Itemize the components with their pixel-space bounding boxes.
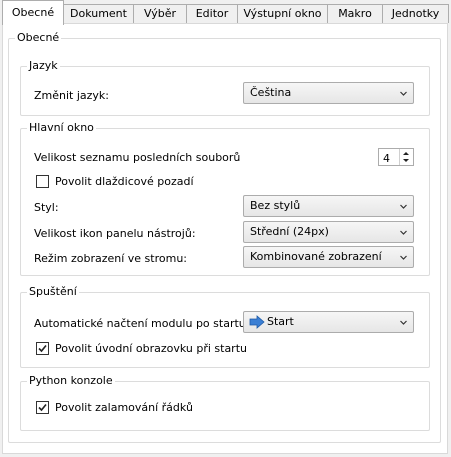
icon-size-select[interactable]: Střední (24px) [243,221,414,243]
tab-bar: Obecné Dokument Výběr Editor Výstupní ok… [0,0,451,25]
autoload-module-label: Automatické načtení modulu po startu: [34,317,250,330]
group-python-konzole-title: Python konzole [27,374,115,388]
tree-mode-select[interactable]: Kombinované zobrazení [243,246,414,268]
language-select[interactable]: Čeština [243,82,414,104]
tab-editor[interactable]: Editor [186,4,238,23]
chevron-down-icon [400,255,407,260]
autoload-module-select[interactable]: Start [243,311,414,333]
language-select-value: Čeština [250,86,292,99]
tab-dokument[interactable]: Dokument [63,4,134,23]
chevron-down-icon [400,230,407,235]
icon-size-label: Velikost ikon panelu nástrojů: [34,227,196,240]
splash-screen-checkbox[interactable] [36,342,49,355]
checkmark-icon [38,403,47,412]
chevron-down-icon [400,320,407,325]
spin-up-down-icon [403,152,409,162]
line-wrap-checkbox[interactable] [36,401,49,414]
line-wrap-label: Povolit zalamování řádků [55,401,193,414]
tiled-background-label: Povolit dlaždicové pozadí [55,175,194,188]
style-select-value: Bez stylů [250,199,301,212]
tab-makro[interactable]: Makro [327,4,383,23]
checkmark-icon [38,344,47,353]
tree-mode-label: Režim zobrazení ve stromu: [34,252,187,265]
tab-obecne[interactable]: Obecné [2,0,64,25]
tree-mode-select-value: Kombinované zobrazení [250,250,382,263]
style-select[interactable]: Bez stylů [243,195,414,217]
splash-screen-label: Povolit úvodní obrazovku při startu [55,342,247,355]
recent-files-label: Velikost seznamu posledních souborů [34,151,241,164]
group-jazyk-title: Jazyk [27,59,60,73]
chevron-down-icon [400,91,407,96]
group-hlavni-okno-title: Hlavní okno [27,121,96,135]
recent-files-spinbox[interactable]: 4 [378,148,414,166]
change-language-label: Změnit jazyk: [34,89,110,102]
group-obecne-title: Obecné [15,31,62,45]
group-spusteni-title: Spuštění [27,285,79,299]
chevron-down-icon [400,204,407,209]
blue-arrow-icon [249,315,265,329]
recent-files-value: 4 [383,152,390,165]
tiled-background-checkbox[interactable] [36,175,49,188]
tab-vystupni-okno[interactable]: Výstupní okno [237,4,328,23]
icon-size-select-value: Střední (24px) [250,225,329,238]
tab-jednotky[interactable]: Jednotky [382,4,449,23]
spin-buttons[interactable] [399,149,413,165]
style-label: Styl: [34,201,59,214]
tab-panel-obecne: Obecné Jazyk Změnit jazyk: Čeština Hlavn… [2,23,448,454]
tab-vyber[interactable]: Výběr [133,4,187,23]
autoload-module-value: Start [267,315,294,328]
